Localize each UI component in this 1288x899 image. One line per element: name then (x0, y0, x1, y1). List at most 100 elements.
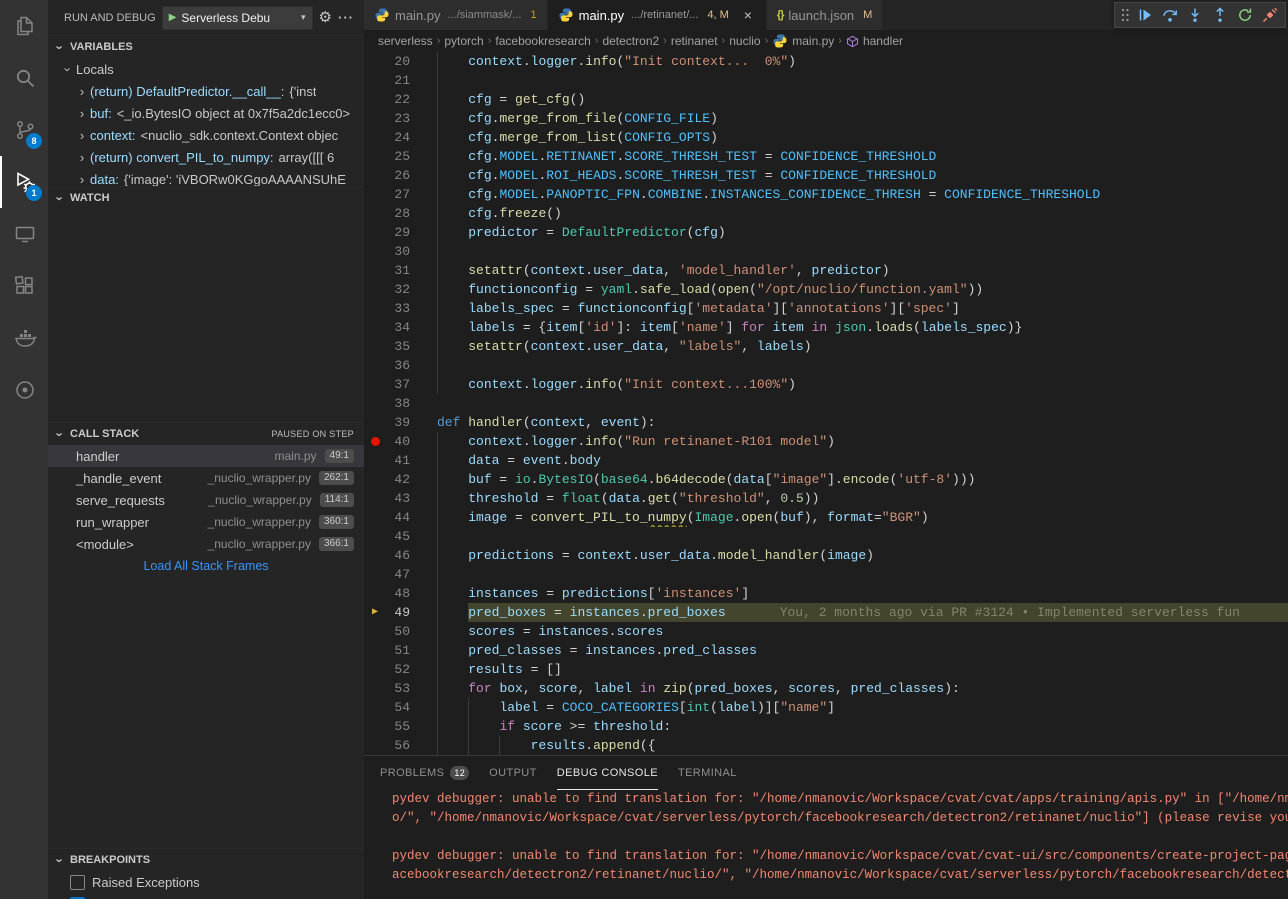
code-text[interactable]: context.logger.info("Init context...100%… (410, 375, 1288, 394)
debug-config-dropdown[interactable]: ▶ Serverless Debu ▾ (162, 6, 313, 30)
debug-disconnect-button[interactable] (1258, 3, 1282, 27)
code-text[interactable]: labels = {item['id']: item['name'] for i… (410, 318, 1288, 337)
code-text[interactable]: pred_boxes = instances.pred_boxesYou, 2 … (410, 603, 1288, 622)
breakpoint-row[interactable]: Raised Exceptions (48, 871, 364, 893)
code-text[interactable]: cfg = get_cfg() (410, 90, 1288, 109)
code-text[interactable]: buf = io.BytesIO(base64.b64decode(data["… (410, 470, 1288, 489)
code-text[interactable]: def handler(context, event): (410, 413, 1288, 432)
code-text[interactable]: labels_spec = functionconfig['metadata']… (410, 299, 1288, 318)
gutter-glyph[interactable] (364, 437, 386, 446)
code-text[interactable]: results = [] (410, 660, 1288, 679)
code-text[interactable]: functionconfig = yaml.safe_load(open("/o… (410, 280, 1288, 299)
panel-tab-terminal[interactable]: TERMINAL (678, 756, 737, 790)
activity-item-extensions[interactable] (0, 260, 48, 312)
code-line-55[interactable]: 55 if score >= threshold: (364, 717, 1288, 736)
code-text[interactable]: instances = predictions['instances'] (410, 584, 1288, 603)
code-line-20[interactable]: 20 context.logger.info("Init context... … (364, 52, 1288, 71)
code-line-50[interactable]: 50 scores = instances.scores (364, 622, 1288, 641)
code-text[interactable]: data = event.body (410, 451, 1288, 470)
code-text[interactable]: pred_classes = instances.pred_classes (410, 641, 1288, 660)
debug-step-into-button[interactable] (1183, 3, 1207, 27)
gutter-glyph[interactable]: ▶ (364, 608, 386, 618)
breadcrumb-item[interactable]: handler (846, 34, 903, 48)
code-line-42[interactable]: 42 buf = io.BytesIO(base64.b64decode(dat… (364, 470, 1288, 489)
code-line-43[interactable]: 43 threshold = float(data.get("threshold… (364, 489, 1288, 508)
code-line-30[interactable]: 30 (364, 242, 1288, 261)
breadcrumb-item[interactable]: serverless (378, 34, 433, 48)
stack-frame-row[interactable]: <module>_nuclio_wrapper.py366:1 (48, 533, 364, 555)
code-line-37[interactable]: 37 context.logger.info("Init context...1… (364, 375, 1288, 394)
code-line-39[interactable]: 39def handler(context, event): (364, 413, 1288, 432)
debug-step-over-button[interactable] (1158, 3, 1182, 27)
debug-restart-button[interactable] (1233, 3, 1257, 27)
code-line-53[interactable]: 53 for box, score, label in zip(pred_box… (364, 679, 1288, 698)
editor-tab-2[interactable]: main.py.../retinanet/...4, M× (548, 0, 767, 30)
breadcrumb-item[interactable]: pytorch (444, 34, 483, 48)
stack-frame-row[interactable]: serve_requests_nuclio_wrapper.py114:1 (48, 489, 364, 511)
code-line-46[interactable]: 46 predictions = context.user_data.model… (364, 546, 1288, 565)
code-line-48[interactable]: 48 instances = predictions['instances'] (364, 584, 1288, 603)
checkbox-unchecked[interactable] (70, 875, 85, 890)
code-text[interactable]: label = COCO_CATEGORIES[int(label)]["nam… (410, 698, 1288, 717)
code-line-26[interactable]: 26 cfg.MODEL.ROI_HEADS.SCORE_THRESH_TEST… (364, 166, 1288, 185)
editor-tab-1[interactable]: main.py.../siammask/...1 (364, 0, 548, 30)
code-line-45[interactable]: 45 (364, 527, 1288, 546)
code-text[interactable] (410, 356, 1288, 375)
code-text[interactable]: scores = instances.scores (410, 622, 1288, 641)
code-line-35[interactable]: 35 setattr(context.user_data, "labels", … (364, 337, 1288, 356)
code-line-41[interactable]: 41 data = event.body (364, 451, 1288, 470)
code-text[interactable]: cfg.freeze() (410, 204, 1288, 223)
code-text[interactable]: setattr(context.user_data, "labels", lab… (410, 337, 1288, 356)
stack-frame-row[interactable]: run_wrapper_nuclio_wrapper.py360:1 (48, 511, 364, 533)
code-text[interactable] (410, 242, 1288, 261)
breadcrumb-item[interactable]: retinanet (671, 34, 718, 48)
activity-item-circle-tool[interactable] (0, 364, 48, 416)
code-line-21[interactable]: 21 (364, 71, 1288, 90)
code-line-51[interactable]: 51 pred_classes = instances.pred_classes (364, 641, 1288, 660)
code-text[interactable] (410, 71, 1288, 90)
code-text[interactable]: cfg.MODEL.RETINANET.SCORE_THRESH_TEST = … (410, 147, 1288, 166)
panel-tab-debug-console[interactable]: DEBUG CONSOLE (557, 756, 658, 790)
code-text[interactable]: if score >= threshold: (410, 717, 1288, 736)
stack-frame-row[interactable]: _handle_event_nuclio_wrapper.py262:1 (48, 467, 364, 489)
code-text[interactable]: cfg.MODEL.ROI_HEADS.SCORE_THRESH_TEST = … (410, 166, 1288, 185)
code-line-27[interactable]: 27 cfg.MODEL.PANOPTIC_FPN.COMBINE.INSTAN… (364, 185, 1288, 204)
variable-row[interactable]: ›(return) convert_PIL_to_numpy:array([[[… (48, 146, 364, 168)
code-line-44[interactable]: 44 image = convert_PIL_to_numpy(Image.op… (364, 508, 1288, 527)
variables-section-header[interactable]: › VARIABLES (48, 36, 364, 58)
code-line-24[interactable]: 24 cfg.merge_from_list(CONFIG_OPTS) (364, 128, 1288, 147)
breadcrumb-item[interactable]: nuclio (729, 34, 760, 48)
panel-tab-problems[interactable]: PROBLEMS12 (380, 756, 469, 790)
load-all-stack-frames-link[interactable]: Load All Stack Frames (48, 555, 364, 577)
code-text[interactable]: cfg.merge_from_list(CONFIG_OPTS) (410, 128, 1288, 147)
breadcrumb-item[interactable]: facebookresearch (495, 34, 590, 48)
debug-console-output[interactable]: pydev debugger: unable to find translati… (364, 790, 1288, 899)
close-icon[interactable]: × (740, 7, 756, 23)
call-stack-section-header[interactable]: › CALL STACK PAUSED ON STEP (48, 423, 364, 445)
code-line-47[interactable]: 47 (364, 565, 1288, 584)
variable-row[interactable]: ›buf:<_io.BytesIO object at 0x7f5a2dc1ec… (48, 102, 364, 124)
activity-item-docker[interactable] (0, 312, 48, 364)
activity-item-run-and-debug[interactable]: 1 (0, 156, 48, 208)
code-text[interactable]: results.append({ (410, 736, 1288, 755)
code-text[interactable]: context.logger.info("Run retinanet-R101 … (410, 432, 1288, 451)
code-text[interactable]: for box, score, label in zip(pred_boxes,… (410, 679, 1288, 698)
code-line-34[interactable]: 34 labels = {item['id']: item['name'] fo… (364, 318, 1288, 337)
code-line-29[interactable]: 29 predictor = DefaultPredictor(cfg) (364, 223, 1288, 242)
stack-frame-row[interactable]: handlermain.py49:1 (48, 445, 364, 467)
code-line-52[interactable]: 52 results = [] (364, 660, 1288, 679)
activity-item-explorer[interactable] (0, 0, 48, 52)
panel-tab-output[interactable]: OUTPUT (489, 756, 537, 790)
breadcrumb-item[interactable]: detectron2 (602, 34, 659, 48)
code-text[interactable]: context.logger.info("Init context... 0%"… (410, 52, 1288, 71)
breakpoints-section-header[interactable]: › BREAKPOINTS (48, 849, 364, 871)
variable-row[interactable]: ›data:{'image': 'iVBORw0KGgoAAAANSUhE (48, 168, 364, 186)
code-line-56[interactable]: 56 results.append({ (364, 736, 1288, 755)
code-text[interactable]: threshold = float(data.get("threshold", … (410, 489, 1288, 508)
code-text[interactable]: cfg.MODEL.PANOPTIC_FPN.COMBINE.INSTANCES… (410, 185, 1288, 204)
code-text[interactable]: predictions = context.user_data.model_ha… (410, 546, 1288, 565)
debug-step-out-button[interactable] (1208, 3, 1232, 27)
code-line-25[interactable]: 25 cfg.MODEL.RETINANET.SCORE_THRESH_TEST… (364, 147, 1288, 166)
more-actions-icon[interactable]: ··· (338, 11, 354, 24)
code-text[interactable] (410, 527, 1288, 546)
